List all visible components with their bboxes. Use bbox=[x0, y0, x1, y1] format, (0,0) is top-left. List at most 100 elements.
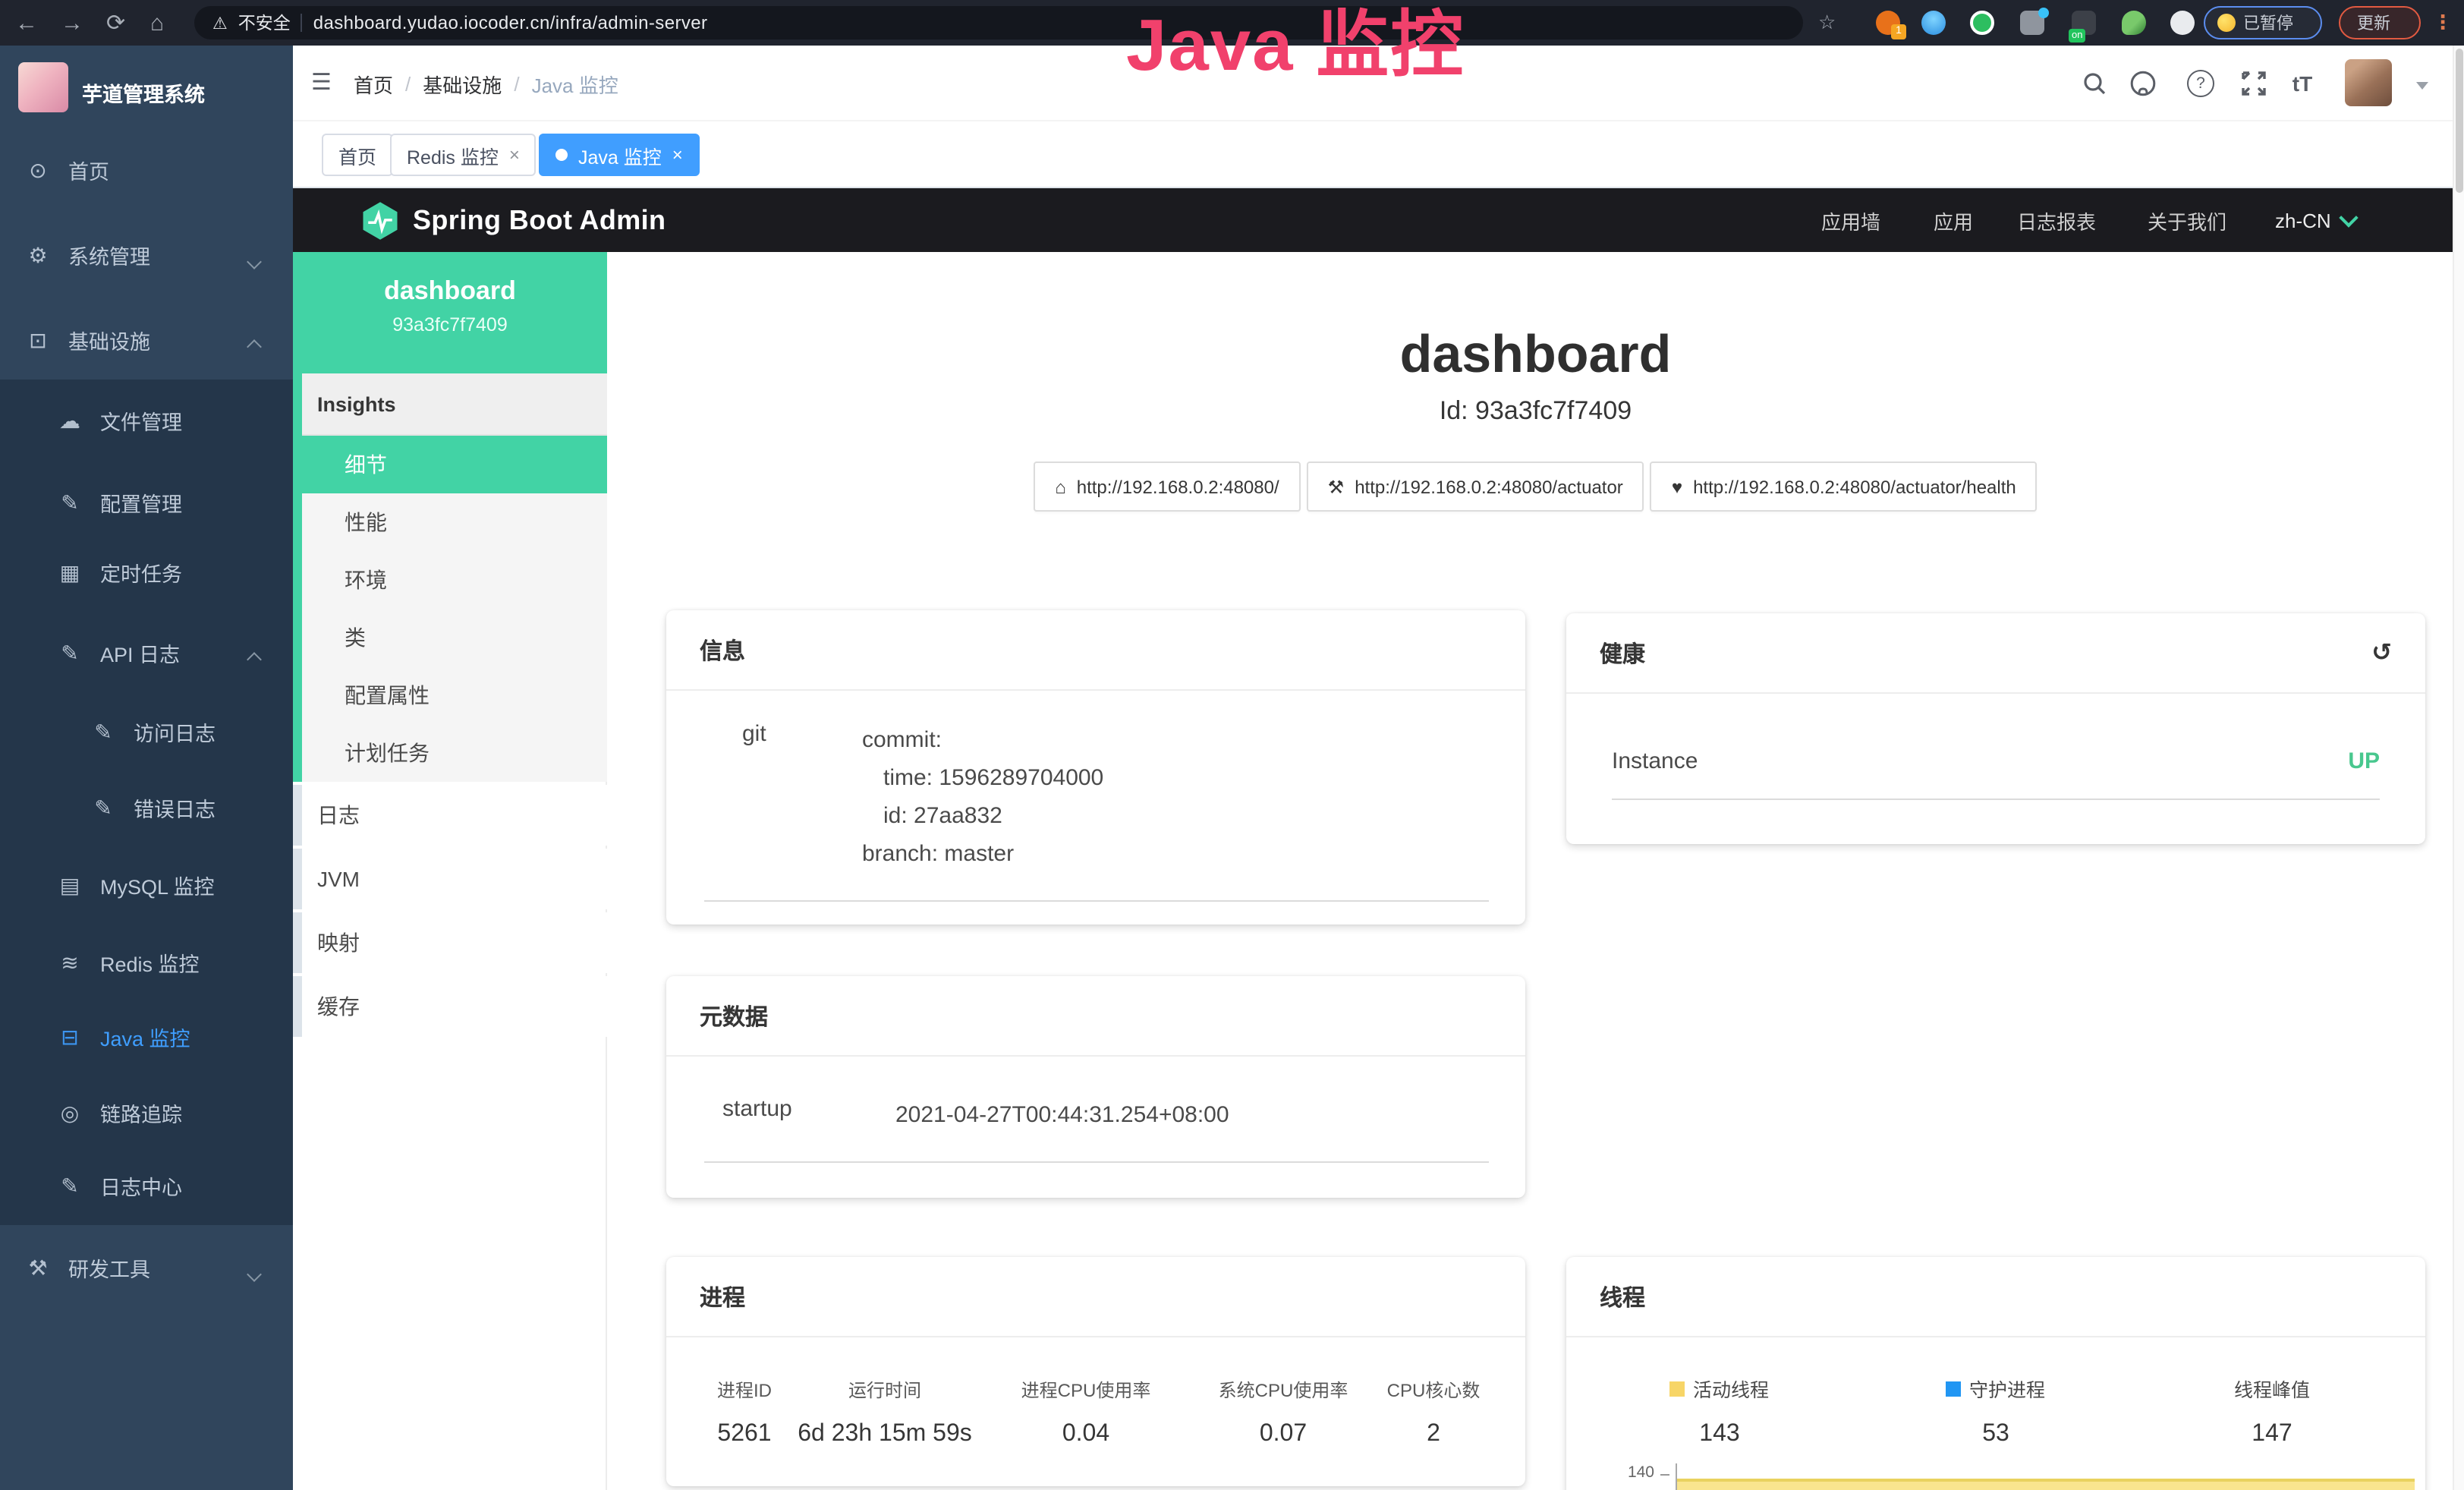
search-icon[interactable] bbox=[2078, 67, 2111, 100]
sba-menu-scheduled-tasks[interactable]: 计划任务 bbox=[302, 724, 607, 782]
sba-menu-jvm[interactable]: JVM bbox=[293, 849, 607, 909]
scrollbar-thumb[interactable] bbox=[2455, 49, 2462, 193]
sidebar-item-label: 日志中心 bbox=[100, 1170, 182, 1201]
browser-reload-icon[interactable]: ⟳ bbox=[106, 0, 125, 46]
tab-redis-monitor[interactable]: Redis 监控 × bbox=[390, 134, 537, 176]
tab-close-icon[interactable]: × bbox=[509, 146, 520, 164]
threads-card-title: 线程 bbox=[1566, 1257, 2425, 1337]
sba-brand-title[interactable]: Spring Boot Admin bbox=[413, 205, 666, 237]
redis-icon: ≋ bbox=[58, 950, 82, 975]
sba-nav-about[interactable]: 关于我们 bbox=[2148, 188, 2226, 252]
sidebar-item-log-center[interactable]: ✎ 日志中心 bbox=[0, 1146, 293, 1225]
tab-label: Redis 监控 bbox=[407, 140, 499, 169]
actuator-url-button[interactable]: ⚒ http://192.168.0.2:48080/actuator bbox=[1307, 461, 1644, 512]
sba-menu-mappings[interactable]: 映射 bbox=[293, 912, 607, 973]
sidebar-item-system[interactable]: ⚙ 系统管理 bbox=[0, 216, 293, 295]
security-label[interactable]: 不安全 bbox=[238, 11, 291, 35]
home-icon: ⌂ bbox=[1055, 476, 1066, 497]
sba-nav-applications[interactable]: 应用 bbox=[1934, 188, 1973, 252]
history-icon[interactable]: ↺ bbox=[2371, 638, 2392, 668]
extension-grid-dot bbox=[2038, 8, 2049, 18]
service-url: http://192.168.0.2:48080/ bbox=[1077, 476, 1279, 497]
address-divider bbox=[301, 14, 303, 32]
tab-java-monitor[interactable]: Java 监控 × bbox=[539, 134, 700, 176]
sidebar-item-file-mgmt[interactable]: ☁ 文件管理 bbox=[0, 381, 293, 460]
fullscreen-icon[interactable] bbox=[2237, 67, 2270, 100]
github-icon[interactable] bbox=[2126, 67, 2160, 100]
extension-icon-colorzilla[interactable]: 1 bbox=[1876, 11, 1900, 35]
dashboard-icon: ⊙ bbox=[26, 157, 50, 183]
sidebar-item-access-logs[interactable]: ✎ 访问日志 bbox=[0, 692, 293, 771]
browser-back-icon[interactable]: ← bbox=[15, 0, 38, 46]
bookmark-star-icon[interactable]: ☆ bbox=[1818, 0, 1836, 46]
extension-icon-grid[interactable] bbox=[2020, 11, 2044, 35]
y-tickmark bbox=[1660, 1474, 1669, 1476]
legend-value-live: 143 bbox=[1581, 1421, 1858, 1448]
sba-logo-icon[interactable] bbox=[360, 200, 401, 241]
sba-menu-caches[interactable]: 缓存 bbox=[293, 976, 607, 1037]
extension-icon-leaf[interactable] bbox=[2122, 11, 2146, 35]
wrench-icon: ⚒ bbox=[1328, 476, 1345, 497]
sba-menu-details[interactable]: 细节 bbox=[302, 436, 607, 493]
log-icon: ✎ bbox=[58, 1173, 82, 1199]
sba-menu-environment[interactable]: 环境 bbox=[302, 551, 607, 609]
tab-home[interactable]: 首页 bbox=[322, 134, 393, 176]
sba-menu-classes[interactable]: 类 bbox=[302, 609, 607, 666]
git-branch-line: branch: master bbox=[862, 835, 1103, 873]
sba-main-content: dashboard Id: 93a3fc7f7409 ⌂ http://192.… bbox=[607, 252, 2464, 1490]
extension-icon-pin[interactable] bbox=[1921, 11, 1946, 35]
sba-menu-config-props[interactable]: 配置属性 bbox=[302, 666, 607, 724]
legend-label-peak: 线程峰值 bbox=[2234, 1374, 2310, 1403]
sidebar-item-label: 配置管理 bbox=[100, 487, 182, 518]
sidebar-item-tracing[interactable]: ◎ 链路追踪 bbox=[0, 1073, 293, 1152]
sba-instance-header[interactable]: dashboard 93a3fc7f7409 bbox=[293, 252, 607, 373]
browser-update-button[interactable]: 更新 bbox=[2339, 5, 2421, 39]
browser-forward-icon[interactable]: → bbox=[61, 0, 83, 46]
chevron-down-icon bbox=[2339, 208, 2358, 227]
process-value-cpus: 2 bbox=[1378, 1421, 1489, 1448]
sidebar-item-java-monitor[interactable]: ⊟ Java 监控 bbox=[0, 997, 293, 1076]
extension-icon-tampermonkey[interactable]: on bbox=[2072, 11, 2096, 35]
database-icon: ▤ bbox=[58, 872, 82, 898]
avatar-caret-icon[interactable] bbox=[2416, 82, 2428, 96]
page-tabbar: 首页 Redis 监控 × Java 监控 × bbox=[293, 121, 2464, 188]
metadata-row-label: startup bbox=[722, 1096, 895, 1134]
address-bar[interactable]: ⚠ 不安全 dashboard.yudao.iocoder.cn/infra/a… bbox=[194, 6, 1803, 39]
sidebar-item-config-mgmt[interactable]: ✎ 配置管理 bbox=[0, 463, 293, 542]
help-icon[interactable]: ? bbox=[2184, 67, 2217, 100]
sba-menu-metrics[interactable]: 性能 bbox=[302, 493, 607, 551]
sba-language-select[interactable]: zh-CN bbox=[2275, 188, 2355, 252]
sidebar-item-redis-monitor[interactable]: ≋ Redis 监控 bbox=[0, 923, 293, 1002]
extension-icon-green-y[interactable] bbox=[1970, 11, 1994, 35]
browser-menu-dots-icon[interactable]: ⋮ bbox=[2433, 0, 2453, 46]
sidebar-item-dev-tools[interactable]: ⚒ 研发工具 bbox=[0, 1228, 293, 1307]
tab-paused-button[interactable]: 已暂停 bbox=[2204, 5, 2322, 39]
sidebar-item-api-logs[interactable]: ✎ API 日志 bbox=[0, 613, 293, 692]
sba-instance-id: 93a3fc7f7409 bbox=[293, 307, 607, 335]
sba-nav-journal[interactable]: 日志报表 bbox=[2017, 188, 2096, 252]
chevron-down-icon bbox=[247, 1267, 262, 1282]
process-values: 5261 6d 23h 15m 59s 0.04 0.07 2 bbox=[666, 1421, 1525, 1448]
page-scrollbar[interactable] bbox=[2452, 46, 2464, 1490]
breadcrumb-infra[interactable]: 基础设施 bbox=[423, 69, 502, 98]
font-size-icon[interactable]: tT bbox=[2286, 67, 2319, 100]
collapse-sidebar-icon[interactable]: ☰ bbox=[311, 71, 332, 94]
sidebar-item-cron-jobs[interactable]: ▦ 定时任务 bbox=[0, 533, 293, 612]
health-url-button[interactable]: ♥ http://192.168.0.2:48080/actuator/heal… bbox=[1651, 461, 2038, 512]
sidebar-item-error-logs[interactable]: ✎ 错误日志 bbox=[0, 768, 293, 847]
sba-menu-logs[interactable]: 日志 bbox=[293, 785, 607, 846]
sidebar-item-home[interactable]: ⊙ 首页 bbox=[0, 131, 293, 209]
breadcrumb-home[interactable]: 首页 bbox=[354, 69, 393, 98]
sidebar-item-infra[interactable]: ⊡ 基础设施 bbox=[0, 301, 293, 380]
sba-nav-wall[interactable]: 应用墙 bbox=[1821, 188, 1880, 252]
browser-home-icon[interactable]: ⌂ bbox=[150, 0, 164, 46]
health-card-title: 健康 bbox=[1600, 637, 1645, 669]
monitor-icon: ⊡ bbox=[26, 327, 50, 353]
service-url-button[interactable]: ⌂ http://192.168.0.2:48080/ bbox=[1034, 461, 1300, 512]
extension-icon-puzzle[interactable] bbox=[2170, 11, 2195, 35]
tab-close-icon[interactable]: × bbox=[672, 146, 683, 164]
sidebar-item-mysql-monitor[interactable]: ▤ MySQL 监控 bbox=[0, 846, 293, 925]
chevron-down-icon bbox=[247, 254, 262, 269]
user-avatar[interactable] bbox=[2345, 59, 2392, 106]
url-text[interactable]: dashboard.yudao.iocoder.cn/infra/admin-s… bbox=[313, 12, 708, 33]
